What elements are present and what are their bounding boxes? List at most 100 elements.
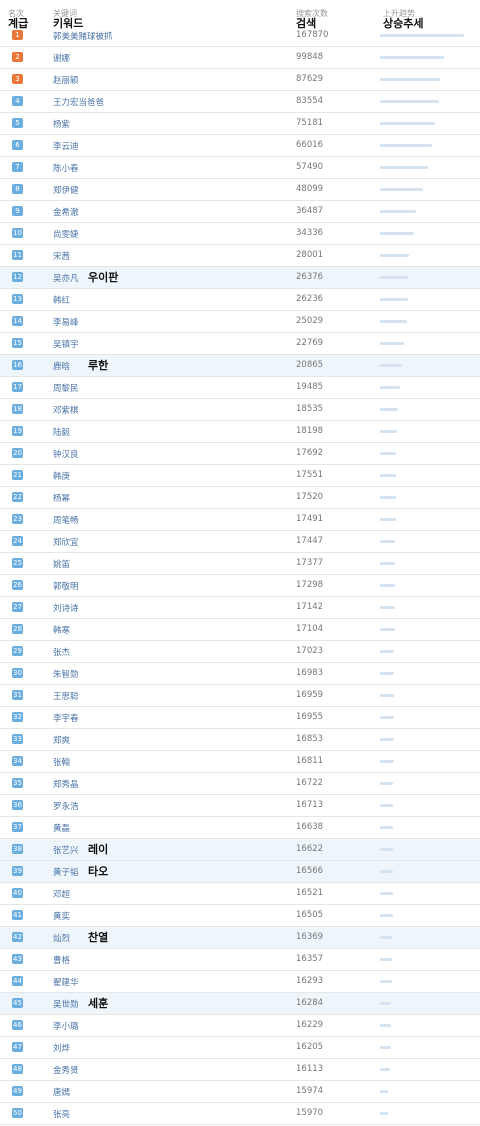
keyword-link[interactable]: 韩红 <box>53 294 70 306</box>
trend-bar <box>380 276 408 279</box>
rank-badge: 43 <box>12 954 23 964</box>
keyword-link[interactable]: 谢娜 <box>53 52 70 64</box>
rank-badge: 48 <box>12 1064 23 1074</box>
keyword-link[interactable]: 宋茜 <box>53 250 70 262</box>
keyword-link[interactable]: 刘诗诗 <box>53 602 79 614</box>
keyword-link[interactable]: 郑爽 <box>53 734 70 746</box>
keyword-link[interactable]: 韩庚 <box>53 470 70 482</box>
keyword-link[interactable]: 黄磊 <box>53 822 70 834</box>
search-count: 15974 <box>296 1086 324 1096</box>
list-item: 34 张翰 16811 <box>0 751 480 773</box>
keyword-link[interactable]: 吴世勋 <box>53 998 79 1010</box>
keyword-link[interactable]: 刘烨 <box>53 1042 70 1054</box>
keyword-link[interactable]: 郑欣宜 <box>53 536 79 548</box>
keyword-link[interactable]: 杨幂 <box>53 492 70 504</box>
rank-badge: 41 <box>12 910 23 920</box>
keyword-link[interactable]: 张艺兴 <box>53 844 79 856</box>
keyword-link[interactable]: 郭敬明 <box>53 580 79 592</box>
search-count: 16566 <box>296 866 324 876</box>
keyword-link[interactable]: 朱智勋 <box>53 668 79 680</box>
keyword-link[interactable]: 翟建华 <box>53 976 79 988</box>
keyword-link[interactable]: 周笔畅 <box>53 514 79 526</box>
keyword-link[interactable]: 张杰 <box>53 646 70 658</box>
keyword-link[interactable]: 杨紫 <box>53 118 70 130</box>
rank-badge: 25 <box>12 558 23 568</box>
rank-badge: 31 <box>12 690 23 700</box>
keyword-link[interactable]: 张亮 <box>53 1108 70 1120</box>
keyword-link[interactable]: 鹿晗 <box>53 360 70 372</box>
trend-bar <box>380 188 423 191</box>
list-item: 3 赵丽颖 87629 <box>0 69 480 91</box>
keyword-link[interactable]: 邓紫棋 <box>53 404 79 416</box>
list-item: 39 黄子韬 타오 16566 <box>0 861 480 883</box>
keyword-link[interactable]: 灿烈 <box>53 932 70 944</box>
keyword-link[interactable]: 李易峰 <box>53 316 79 328</box>
trend-bar <box>380 650 394 653</box>
keyword-link[interactable]: 金希澈 <box>53 206 79 218</box>
rank-badge: 39 <box>12 866 23 876</box>
rank-badge: 15 <box>12 338 23 348</box>
keyword-link[interactable]: 郭美美赌球被抓 <box>53 30 113 42</box>
rank-badge: 21 <box>12 470 23 480</box>
keyword-link[interactable]: 唐嫣 <box>53 1086 70 1098</box>
list-item: 12 吴亦凡 우이판 26376 <box>0 267 480 289</box>
trend-bar <box>380 628 395 631</box>
keyword-link[interactable]: 黄子韬 <box>53 866 79 878</box>
keyword-link[interactable]: 李宇春 <box>53 712 79 724</box>
list-item: 15 吴镇宇 22769 <box>0 333 480 355</box>
keyword-link[interactable]: 钟汉良 <box>53 448 79 460</box>
keyword-link[interactable]: 周黎民 <box>53 382 79 394</box>
list-item: 47 刘烨 16205 <box>0 1037 480 1059</box>
keyword-link[interactable]: 赵丽颖 <box>53 74 79 86</box>
rank-badge: 29 <box>12 646 23 656</box>
rank-badge: 19 <box>12 426 23 436</box>
rank-badge: 36 <box>12 800 23 810</box>
keyword-link[interactable]: 黄奕 <box>53 910 70 922</box>
keyword-link[interactable]: 吴镇宇 <box>53 338 79 350</box>
trend-bar <box>380 166 428 169</box>
keyword-link[interactable]: 陈小春 <box>53 162 79 174</box>
keyword-link[interactable]: 姚笛 <box>53 558 70 570</box>
trend-bar <box>380 232 414 235</box>
list-item: 6 李云迪 66016 <box>0 135 480 157</box>
keyword-link[interactable]: 邓超 <box>53 888 70 900</box>
list-item: 41 黄奕 16505 <box>0 905 480 927</box>
list-item: 2 谢娜 99848 <box>0 47 480 69</box>
rank-badge: 8 <box>12 184 23 194</box>
trend-bar <box>380 848 393 851</box>
trend-bar <box>380 672 394 675</box>
keyword-link[interactable]: 郑秀晶 <box>53 778 79 790</box>
list-item: 30 朱智勋 16983 <box>0 663 480 685</box>
rank-badge: 27 <box>12 602 23 612</box>
keyword-link[interactable]: 曹格 <box>53 954 70 966</box>
trend-bar <box>380 914 393 917</box>
list-item: 45 吴世勋 세훈 16284 <box>0 993 480 1015</box>
keyword-link[interactable]: 罗永浩 <box>53 800 79 812</box>
rank-badge: 26 <box>12 580 23 590</box>
trend-bar <box>380 738 394 741</box>
search-count: 167870 <box>296 30 329 40</box>
search-count: 17377 <box>296 558 324 568</box>
search-count: 17491 <box>296 514 324 524</box>
korean-name-note: 우이판 <box>88 271 119 284</box>
search-count: 18198 <box>296 426 324 436</box>
list-item: 29 张杰 17023 <box>0 641 480 663</box>
keyword-link[interactable]: 郑伊健 <box>53 184 79 196</box>
keyword-link[interactable]: 张翰 <box>53 756 70 768</box>
list-item: 23 周笔畅 17491 <box>0 509 480 531</box>
list-item: 14 李易峰 25029 <box>0 311 480 333</box>
keyword-link[interactable]: 陆毅 <box>53 426 70 438</box>
keyword-link[interactable]: 李小璐 <box>53 1020 79 1032</box>
keyword-link[interactable]: 王力宏当爸爸 <box>53 96 104 108</box>
search-count: 17298 <box>296 580 324 590</box>
keyword-link[interactable]: 金秀贤 <box>53 1064 79 1076</box>
trend-bar <box>380 892 393 895</box>
keyword-link[interactable]: 韩寒 <box>53 624 70 636</box>
keyword-link[interactable]: 王思聪 <box>53 690 79 702</box>
keyword-link[interactable]: 李云迪 <box>53 140 79 152</box>
keyword-link[interactable]: 尚雯婕 <box>53 228 79 240</box>
list-item: 16 鹿晗 루한 20865 <box>0 355 480 377</box>
keyword-link[interactable]: 吴亦凡 <box>53 272 79 284</box>
rank-badge: 50 <box>12 1108 23 1118</box>
trend-bar <box>380 320 407 323</box>
